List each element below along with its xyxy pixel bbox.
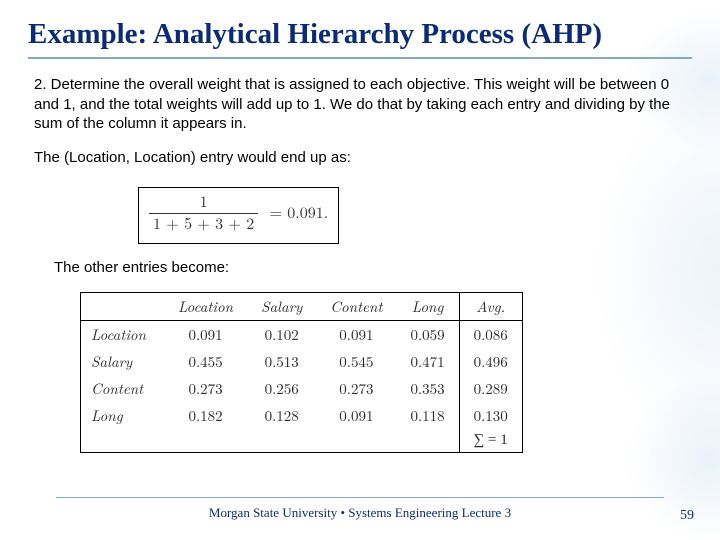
table-cell: 0.353 <box>396 375 459 402</box>
table-cell: 0.091 <box>164 320 247 348</box>
table-cell: 0.273 <box>316 375 396 402</box>
col-header: Location <box>164 292 247 320</box>
col-header <box>81 292 165 320</box>
table-intro: The other entries become: <box>54 258 686 278</box>
table-cell: 0.273 <box>164 375 247 402</box>
table-row: Salary 0.455 0.513 0.545 0.471 0.496 <box>81 348 523 375</box>
table-cell: 0.102 <box>247 320 316 348</box>
table-cell: 0.059 <box>396 320 459 348</box>
table-row: Location 0.091 0.102 0.091 0.059 0.086 <box>81 320 523 348</box>
col-header: Salary <box>247 292 316 320</box>
table-sum-row: ∑ = 1 <box>81 429 523 453</box>
table-cell: 0.091 <box>316 320 396 348</box>
step-description: 2. Determine the overall weight that is … <box>34 75 686 134</box>
footer-text: Morgan State University • Systems Engine… <box>209 505 511 520</box>
page-number: 59 <box>680 508 694 524</box>
col-header: Long <box>396 292 459 320</box>
ahp-table: Location Salary Content Long Avg. Locati… <box>80 292 523 453</box>
table-cell: 0.545 <box>316 348 396 375</box>
row-label: Long <box>81 402 165 429</box>
fraction-numerator: 1 <box>149 194 258 213</box>
fraction: 1 1 + 5 + 3 + 2 <box>149 194 258 235</box>
table-cell-avg: 0.086 <box>459 320 522 348</box>
table-cell: 0.091 <box>316 402 396 429</box>
table-container: Location Salary Content Long Avg. Locati… <box>80 292 692 453</box>
table-cell-avg: 0.289 <box>459 375 522 402</box>
table-cell: 0.471 <box>396 348 459 375</box>
slide-footer: Morgan State University • Systems Engine… <box>0 497 720 522</box>
equation-box: 1 1 + 5 + 3 + 2 = 0.091. <box>138 187 339 244</box>
row-label: Salary <box>81 348 165 375</box>
table-cell: 0.182 <box>164 402 247 429</box>
table-header-row: Location Salary Content Long Avg. <box>81 292 523 320</box>
fraction-denominator: 1 + 5 + 3 + 2 <box>149 213 258 235</box>
slide: Example: Analytical Hierarchy Process (A… <box>0 0 720 540</box>
table-cell: 0.118 <box>396 402 459 429</box>
table-row: Content 0.273 0.256 0.273 0.353 0.289 <box>81 375 523 402</box>
table-cell: 0.455 <box>164 348 247 375</box>
col-header: Content <box>316 292 396 320</box>
table-cell: 0.256 <box>247 375 316 402</box>
equation-rhs: = 0.091. <box>270 206 329 222</box>
table-cell-avg: 0.130 <box>459 402 522 429</box>
equation-intro: The (Location, Location) entry would end… <box>34 148 686 168</box>
table-cell: 0.513 <box>247 348 316 375</box>
table-sum: ∑ = 1 <box>459 429 522 453</box>
footer-rule <box>56 497 664 498</box>
table-row: Long 0.182 0.128 0.091 0.118 0.130 <box>81 402 523 429</box>
row-label: Content <box>81 375 165 402</box>
slide-title: Example: Analytical Hierarchy Process (A… <box>28 18 692 59</box>
row-label: Location <box>81 320 165 348</box>
table-cell: 0.128 <box>247 402 316 429</box>
table-cell-avg: 0.496 <box>459 348 522 375</box>
col-header: Avg. <box>459 292 522 320</box>
